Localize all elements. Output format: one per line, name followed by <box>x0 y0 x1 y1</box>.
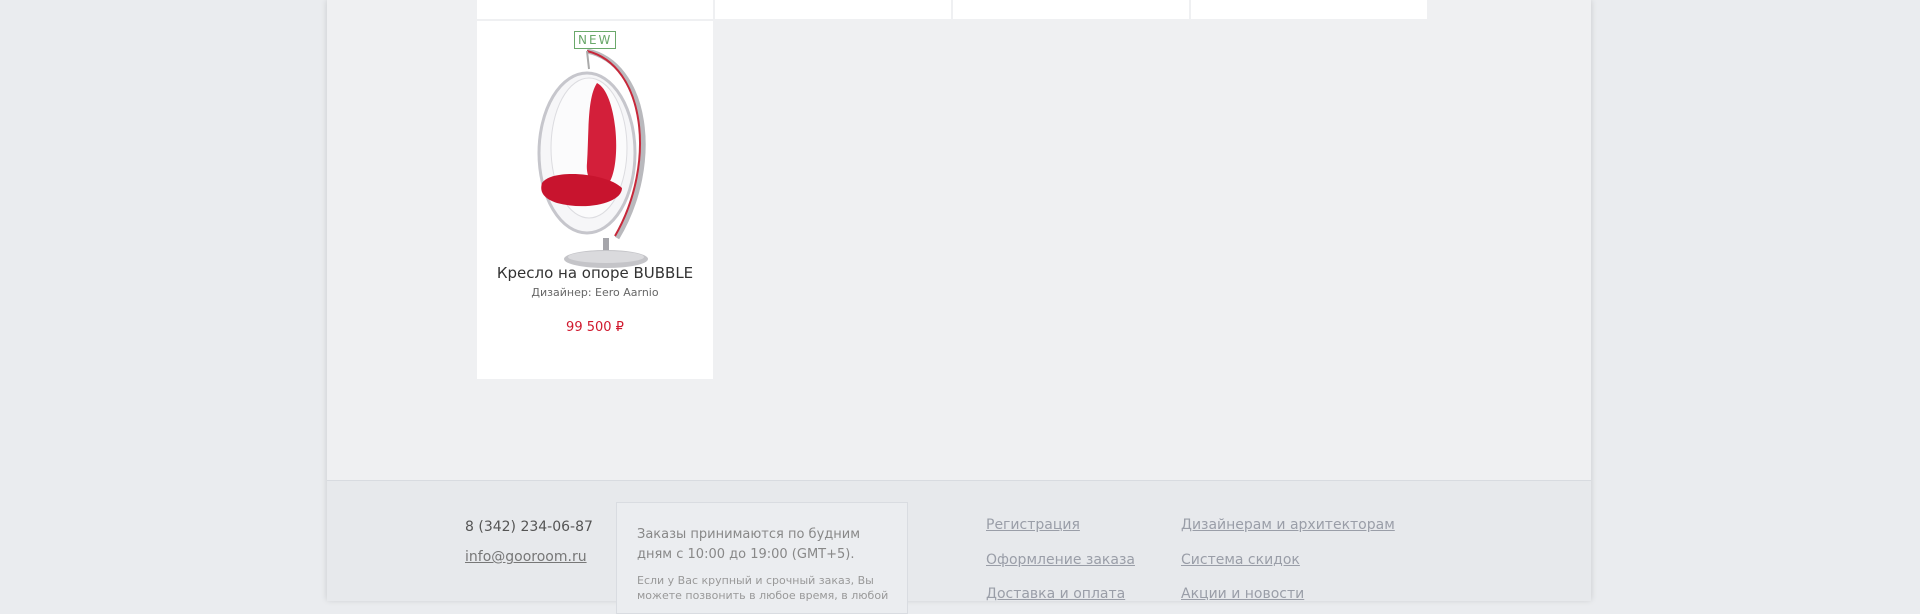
product-image[interactable] <box>517 43 677 273</box>
product-grid-previous-row <box>477 0 1427 20</box>
product-card[interactable]: NEW Кресло на опоре BUBBLE Дизайнер: Eer… <box>477 21 713 379</box>
product-designer: Дизайнер: Eero Aarnio <box>531 286 659 299</box>
page-container: NEW Кресло на опоре BUBBLE Дизайнер: Eer… <box>327 0 1591 614</box>
product-card-stub[interactable] <box>477 0 713 19</box>
footer-link-registration[interactable]: Регистрация <box>986 517 1080 533</box>
footer-email-link[interactable]: info@gooroom.ru <box>465 549 587 565</box>
footer-link-discounts[interactable]: Система скидок <box>1181 552 1300 568</box>
product-card-stub[interactable] <box>1191 0 1427 19</box>
product-price: 99 500 ₽ <box>566 320 624 335</box>
footer-link-designers[interactable]: Дизайнерам и архитекторам <box>1181 517 1395 533</box>
urgent-order-text: Если у Вас крупный и срочный заказ, Вы м… <box>637 574 889 602</box>
product-card-stub[interactable] <box>715 0 951 19</box>
site-footer: 8 (342) 234-06-87 info@gooroom.ru Заказы… <box>327 480 1591 614</box>
product-title[interactable]: Кресло на опоре BUBBLE <box>477 264 713 282</box>
new-badge: NEW <box>574 31 617 49</box>
footer-phone[interactable]: 8 (342) 234-06-87 <box>465 519 593 535</box>
order-hours-text: Заказы принимаются по будним дням с 10:0… <box>637 527 861 562</box>
footer-link-checkout[interactable]: Оформление заказа <box>986 552 1135 568</box>
order-hours-info: Заказы принимаются по будним дням с 10:0… <box>616 502 908 614</box>
product-card-stub[interactable] <box>953 0 1189 19</box>
